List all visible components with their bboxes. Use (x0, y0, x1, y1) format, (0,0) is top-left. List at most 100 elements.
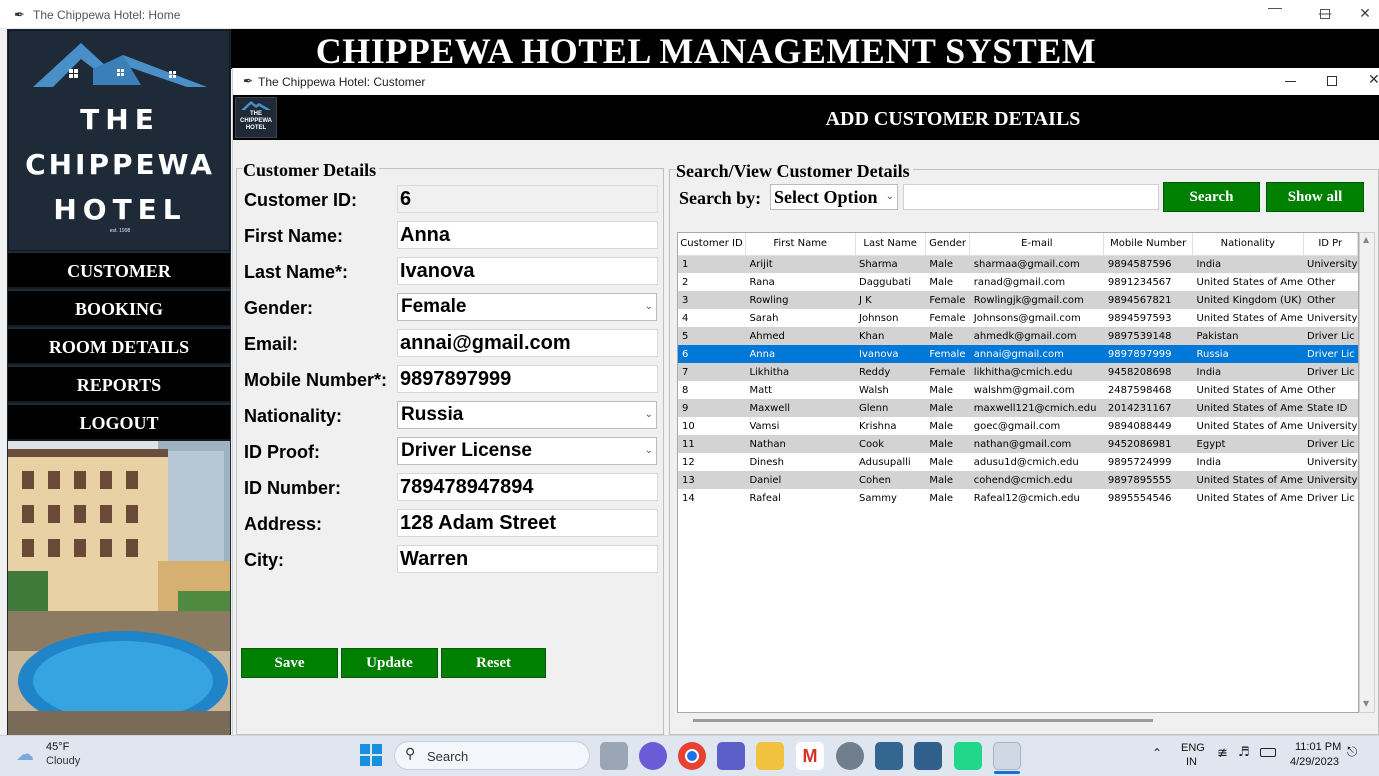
table-row[interactable]: 11 Nathan Cook Male nathan@gmail.com 94520869… (678, 435, 1358, 453)
postgresql-icon[interactable] (875, 742, 903, 770)
settings-gear-icon[interactable] (836, 742, 864, 770)
table-row[interactable]: 9 Maxwell Glenn Male maxwell121@cmich.edu 201… (678, 399, 1358, 417)
pycharm-icon[interactable] (954, 742, 982, 770)
nationality-select[interactable]: Russia ⌄ (397, 401, 657, 429)
table-cell: 9897539148 (1103, 327, 1193, 345)
first-name-field[interactable]: Anna (397, 221, 658, 249)
weather-desc[interactable]: Cloudy (46, 755, 80, 767)
customer-maximize-button[interactable] (1327, 76, 1337, 86)
city-field[interactable]: Warren (397, 545, 658, 573)
teams-icon[interactable] (717, 742, 745, 770)
search-button[interactable]: Search (1163, 182, 1260, 212)
table-cell: United States of Ame (1192, 489, 1303, 507)
chat-icon[interactable] (639, 742, 667, 770)
gender-select[interactable]: Female ⌄ (397, 293, 657, 321)
column-header[interactable]: ID Pr (1303, 233, 1358, 256)
nav-reports-button[interactable]: REPORTS (8, 367, 230, 403)
email-field[interactable]: annai@gmail.com (397, 329, 658, 357)
id-proof-select[interactable]: Driver License ⌄ (397, 437, 657, 465)
chrome-icon[interactable] (678, 742, 706, 770)
table-row[interactable]: 13 Daniel Cohen Male cohend@cmich.edu 9897895… (678, 471, 1358, 489)
table-row[interactable]: 8 Matt Walsh Male walshm@gmail.com 2487598468… (678, 381, 1358, 399)
notification-bell-icon[interactable]: ⎋ (1347, 745, 1357, 760)
customer-data-table[interactable]: Customer ID First Name Last Name Gender E-ma… (678, 233, 1358, 507)
volume-icon[interactable]: ♬ (1238, 745, 1250, 760)
database-tool-icon[interactable] (914, 742, 942, 770)
column-header[interactable]: Mobile Number (1103, 233, 1194, 256)
vertical-scrollbar[interactable]: ▲ ▼ (1359, 232, 1375, 713)
table-row[interactable]: 10 Vamsi Krishna Male goec@gmail.com 98940884… (678, 417, 1358, 435)
table-row[interactable]: 7 Likhitha Reddy Female likhitha@cmich.edu 94… (678, 363, 1358, 381)
wifi-icon[interactable]: ≇ (1217, 746, 1228, 761)
nationality-label: Nationality: (244, 406, 343, 426)
main-close-button[interactable]: ✕ (1345, 0, 1379, 29)
column-header[interactable]: Gender (925, 233, 971, 256)
table-cell: State ID (1303, 399, 1358, 417)
address-field[interactable]: 128 Adam Street (397, 509, 658, 537)
table-cell: Male (925, 417, 970, 435)
reset-button[interactable]: Reset (441, 648, 546, 678)
update-button[interactable]: Update (341, 648, 438, 678)
show-all-button[interactable]: Show all (1266, 182, 1364, 212)
customer-close-button[interactable]: ✕ (1368, 72, 1379, 88)
cloud-icon[interactable]: ☁ (16, 744, 34, 765)
taskbar-search-box[interactable]: ⚲ Search (394, 741, 590, 770)
logo-est: est. 1998 (109, 228, 131, 234)
id-number-field[interactable]: 789478947894 (397, 473, 658, 501)
search-by-select[interactable]: Select Option ⌄ (770, 184, 898, 210)
table-row[interactable]: 4 Sarah Johnson Female Johnsons@gmail.com 989… (678, 309, 1358, 327)
main-window-titlebar[interactable]: ✒ The Chippewa Hotel: Home (0, 0, 1379, 29)
mobile-field[interactable]: 9897897999 (397, 365, 658, 393)
customer-id-field[interactable]: 6 (397, 185, 658, 213)
table-row[interactable]: 6 Anna Ivanova Female annai@gmail.com 9897897… (678, 345, 1358, 363)
nav-booking-button[interactable]: BOOKING (8, 291, 230, 327)
column-header[interactable]: E-mail (969, 233, 1105, 256)
maximize-icon (1320, 9, 1330, 19)
column-header[interactable]: First Name (745, 233, 856, 256)
last-name-field[interactable]: Ivanova (397, 257, 658, 285)
clock-time[interactable]: 11:01 PM (1295, 741, 1341, 753)
table-row[interactable]: 5 Ahmed Khan Male ahmedk@gmail.com 9897539148… (678, 327, 1358, 345)
nav-room-details-button[interactable]: ROOM DETAILS (8, 329, 230, 365)
column-header[interactable]: Customer ID (678, 233, 746, 256)
scroll-up-arrow-icon[interactable]: ▲ (1363, 235, 1369, 244)
column-header[interactable]: Last Name (855, 233, 926, 256)
nav-logout-button[interactable]: LOGOUT (8, 405, 230, 441)
search-icon: ⚲ (405, 746, 416, 762)
scroll-down-arrow-icon[interactable]: ▼ (1363, 699, 1369, 708)
battery-icon[interactable] (1260, 748, 1276, 757)
table-cell: Sammy (855, 489, 926, 507)
python-app-icon[interactable] (993, 742, 1021, 770)
clock-date[interactable]: 4/29/2023 (1290, 756, 1339, 768)
customer-window-titlebar[interactable]: ✒ The Chippewa Hotel: Customer (233, 68, 1379, 95)
customer-table[interactable]: Customer ID First Name Last Name Gender E-ma… (677, 232, 1359, 713)
windows-start-icon[interactable] (360, 744, 382, 766)
table-cell: Rafeal12@cmich.edu (969, 489, 1104, 507)
save-button[interactable]: Save (241, 648, 338, 678)
table-cell: Cohen (855, 471, 926, 489)
table-row[interactable]: 12 Dinesh Adusupalli Male adusu1d@cmich.edu 9… (678, 453, 1358, 471)
weather-temp[interactable]: 45°F (46, 741, 69, 753)
search-input[interactable] (903, 184, 1159, 210)
table-row[interactable]: 14 Rafeal Sammy Male Rafeal12@cmich.edu 98955… (678, 489, 1358, 507)
table-row[interactable]: 1 Arijit Sharma Male sharmaa@gmail.com 989458… (678, 255, 1358, 273)
active-app-indicator (994, 771, 1020, 774)
language-line2[interactable]: IN (1186, 756, 1197, 768)
table-cell: 13 (678, 471, 746, 489)
table-cell: Ivanova (855, 345, 926, 363)
taskbar-search-label: Search (427, 749, 469, 764)
chevron-up-icon[interactable]: ⌃ (1152, 746, 1162, 760)
language-line1[interactable]: ENG (1181, 742, 1205, 754)
file-explorer-icon[interactable] (756, 742, 784, 770)
table-row[interactable]: 3 Rowling J K Female Rowlingjk@gmail.com 9894… (678, 291, 1358, 309)
column-header[interactable]: Nationality (1192, 233, 1304, 256)
table-cell: adusu1d@cmich.edu (969, 453, 1104, 471)
table-cell: Female (925, 309, 970, 327)
table-cell: Johnson (855, 309, 926, 327)
horizontal-scrollbar-thumb[interactable] (693, 719, 1153, 722)
table-row[interactable]: 2 Rana Daggubati Male ranad@gmail.com 9891234… (678, 273, 1358, 291)
nav-customer-button[interactable]: CUSTOMER (8, 253, 230, 289)
task-view-icon[interactable] (600, 742, 628, 770)
customer-minimize-button[interactable] (1285, 81, 1296, 82)
gmail-icon[interactable]: M (796, 742, 824, 770)
